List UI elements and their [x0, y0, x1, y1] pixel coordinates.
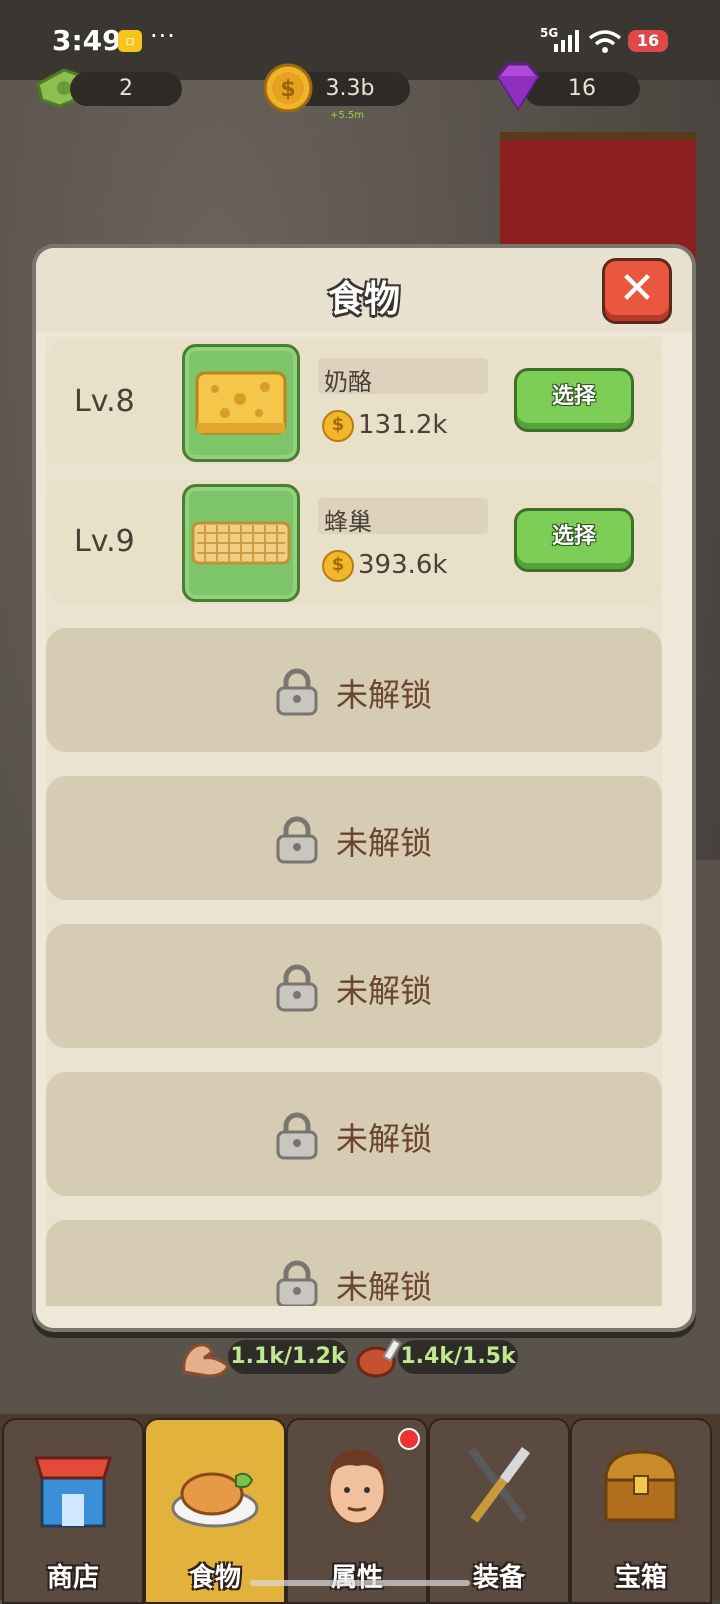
food-row: Lv.9 蜂巢 393.6k 选择: [46, 480, 662, 604]
food-name: 奶酪: [324, 368, 372, 396]
locked-row: 未解锁: [46, 1072, 662, 1196]
notification-dot: [398, 1428, 420, 1450]
food-stat: 1.4k/1.5k: [398, 1340, 518, 1374]
wifi-icon: [588, 30, 622, 53]
tab-label: 商店: [46, 1563, 99, 1593]
food-row: Lv.8 奶酪 131.2k 选择: [46, 340, 662, 464]
locked-label: 未解锁: [336, 1268, 433, 1306]
signal-icon: [554, 30, 579, 52]
tab-label: 属性: [330, 1563, 383, 1593]
food-icon-frame: [182, 344, 300, 462]
modal-title: 食物: [327, 279, 400, 320]
close-button[interactable]: ✕: [602, 258, 672, 324]
locked-label: 未解锁: [336, 972, 433, 1010]
meat-icon: [356, 1337, 402, 1378]
bottom-nav: 商店 食物 属性 装备 宝箱: [0, 1414, 720, 1604]
tab-food[interactable]: 食物: [144, 1418, 286, 1604]
food-icon-frame: [182, 484, 300, 602]
food-level: Lv.9: [74, 524, 135, 559]
clock: 3:49: [52, 24, 122, 57]
lock-icon: [276, 1260, 318, 1306]
tab-attributes[interactable]: 属性: [286, 1418, 428, 1604]
strength-stat: 1.1k/1.2k: [228, 1340, 348, 1374]
tab-label: 装备: [472, 1563, 525, 1593]
gem-icon: [496, 62, 540, 111]
tab-treasure[interactable]: 宝箱: [570, 1418, 712, 1604]
locked-row: 未解锁: [46, 628, 662, 752]
food-level: Lv.8: [74, 384, 135, 419]
app-notification-icon: ▫: [118, 30, 142, 52]
more-dots-icon: ···: [150, 22, 176, 50]
avatar-icon: [327, 1450, 387, 1526]
home-indicator[interactable]: [250, 1580, 470, 1586]
gold-coin-icon: $: [263, 63, 313, 113]
tab-label: 食物: [188, 1563, 241, 1593]
close-x-icon: ✕: [618, 263, 656, 314]
lock-icon: [276, 1112, 318, 1160]
food-name: 蜂巢: [324, 508, 372, 536]
gold-income: +5.5m: [330, 110, 365, 121]
shop-icon: [33, 1456, 113, 1528]
food-plate-icon: [171, 1472, 259, 1528]
cash-counter: 2: [70, 72, 182, 106]
cheese-icon: [195, 371, 287, 435]
locked-label: 未解锁: [336, 1120, 433, 1158]
food-price: 393.6k: [358, 550, 448, 580]
coin-icon: [322, 410, 354, 442]
lock-icon: [276, 964, 318, 1012]
locked-row: 未解锁: [46, 1220, 662, 1306]
locked-label: 未解锁: [336, 676, 433, 714]
tab-shop[interactable]: 商店: [2, 1418, 144, 1604]
food-modal: 食物 ✕ Lv.8 奶酪 131.2k 选择 Lv.9: [32, 244, 696, 1332]
locked-row: 未解锁: [46, 776, 662, 900]
tab-equipment[interactable]: 装备: [428, 1418, 570, 1604]
treasure-chest-icon: [604, 1450, 678, 1522]
honeycomb-icon: [191, 521, 291, 565]
locked-row: 未解锁: [46, 924, 662, 1048]
food-price: 131.2k: [358, 410, 448, 440]
fork-knife-icon: [468, 1447, 531, 1523]
food-list[interactable]: Lv.8 奶酪 131.2k 选择 Lv.9: [46, 336, 662, 1306]
lock-icon: [276, 668, 318, 716]
select-button[interactable]: 选择: [514, 508, 634, 572]
select-button[interactable]: 选择: [514, 368, 634, 432]
battery-indicator: 16: [628, 30, 668, 52]
svg-text:$: $: [280, 77, 295, 102]
status-bar: 3:49 ▫ ··· 5G 16: [0, 0, 720, 80]
coin-icon: [322, 550, 354, 582]
lock-icon: [276, 816, 318, 864]
tab-label: 宝箱: [614, 1563, 667, 1593]
locked-label: 未解锁: [336, 824, 433, 862]
